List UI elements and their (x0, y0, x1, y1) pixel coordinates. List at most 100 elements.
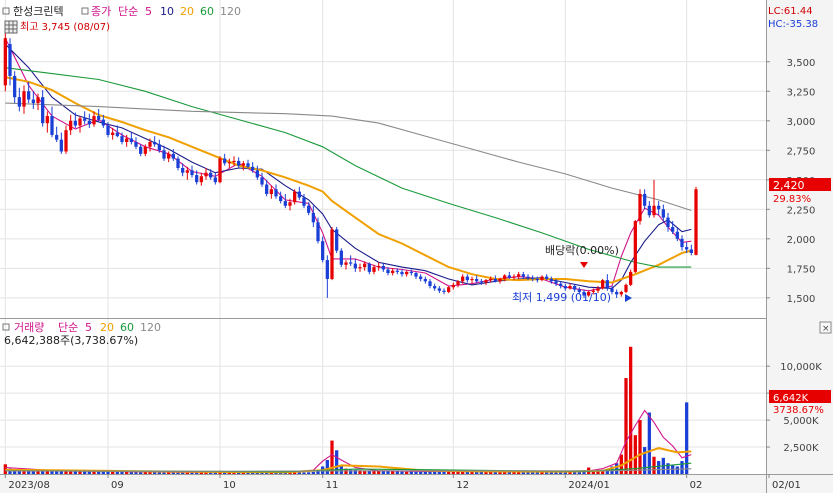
current-price: 2,420 (773, 179, 805, 192)
candle-body (419, 276, 423, 279)
volume-bar (311, 471, 315, 474)
price-tick-label: 3,500 (787, 58, 816, 69)
candle-body (246, 163, 250, 167)
candle-body (414, 273, 418, 277)
stock-name: 한성크린텍 (13, 5, 64, 18)
chart-background (0, 0, 833, 493)
volume-summary: 6,642,388주(3,738.67%) (4, 334, 138, 347)
volume-bar (423, 471, 427, 474)
candle-body (153, 142, 157, 145)
candle-body (115, 132, 119, 137)
candle-body (619, 291, 623, 295)
panel-maximize-button[interactable]: × (819, 321, 832, 334)
x-tick-label: 09 (111, 480, 124, 491)
volume-bar (139, 472, 143, 474)
candle-body (531, 277, 535, 279)
candle-body (344, 262, 348, 265)
candle-body (423, 278, 427, 282)
candle-body (260, 177, 264, 185)
ma-period-5: 5 (145, 5, 152, 18)
candle-body (661, 209, 665, 218)
candle-body (428, 281, 432, 287)
volume-bar (391, 471, 395, 474)
volume-bar (381, 471, 385, 474)
candle-body (321, 241, 325, 261)
volume-label: 거래량 (14, 321, 44, 334)
candle-body (3, 38, 7, 86)
candle-body (265, 184, 269, 194)
candle-body (437, 288, 441, 291)
candle-body (31, 99, 35, 104)
candle-body (162, 150, 166, 159)
candle-body (540, 276, 544, 281)
candle-body (64, 130, 68, 152)
volume-ma-period-120: 120 (140, 321, 161, 334)
volume-change: 3738.67% (773, 405, 824, 416)
candle-body (353, 263, 357, 269)
candle-body (171, 153, 175, 159)
volume-bar (409, 471, 413, 474)
candle-body (400, 271, 404, 275)
candle-body (297, 191, 301, 198)
candle-body (358, 267, 362, 269)
candle-body (55, 134, 59, 140)
candle-body (405, 271, 409, 275)
volume-ma-period-60: 60 (120, 321, 134, 334)
candle-body (657, 205, 661, 210)
volume-bar (652, 456, 656, 474)
candle-body (638, 193, 642, 222)
candle-body (316, 222, 320, 242)
candle-body (629, 271, 633, 285)
candle-body (377, 265, 381, 268)
candle-body (339, 250, 343, 265)
candle-body (465, 276, 469, 281)
candle-body (111, 132, 115, 135)
ma-type: 단순 (118, 5, 138, 18)
stock-chart: 3,5003,2503,0002,7502,5002,2502,0001,750… (0, 0, 833, 493)
volume-bar (629, 346, 633, 474)
settings-toggle[interactable] (4, 20, 18, 34)
candle-body (83, 118, 87, 121)
volume-bar (680, 461, 684, 474)
close-icon: × (822, 324, 830, 334)
volume-bar (638, 420, 642, 474)
grid-toggle-icon[interactable] (4, 20, 18, 34)
price-legend: 한성크린텍 종가 단순 5 10 20 60 120 (2, 5, 241, 18)
candle-body (694, 189, 698, 255)
ma-period-120: 120 (220, 5, 241, 18)
candle-body (624, 284, 628, 292)
candle-body (563, 286, 567, 289)
candle-body (106, 125, 110, 135)
candle-body (195, 175, 199, 183)
candle-body (209, 172, 213, 178)
candle-body (22, 91, 26, 107)
volume-bar (428, 471, 432, 474)
candle-body (479, 281, 483, 283)
candle-body (605, 280, 609, 289)
candle-body (73, 120, 77, 126)
x-tick-label: 12 (456, 480, 469, 491)
candle-body (367, 263, 371, 272)
candle-body (92, 116, 96, 125)
candle-body (241, 163, 245, 166)
high-annotation: 최고 3,745 (08/07) (20, 21, 110, 33)
candle-body (237, 160, 241, 166)
volume-bar (302, 472, 306, 474)
candle-body (633, 221, 637, 272)
candle-body (573, 286, 577, 290)
candle-body (535, 278, 539, 281)
candle-body (335, 229, 339, 251)
volume-tick-label: 5,000K (783, 416, 819, 427)
price-tick-label: 2,750 (787, 146, 816, 157)
volume-bar (419, 471, 423, 474)
candle-body (190, 170, 194, 176)
volume-bar (325, 459, 329, 474)
volume-bar (120, 471, 124, 474)
volume-bar (624, 378, 628, 474)
volume-bar (657, 461, 661, 474)
current-volume-tag: 6,642K 3738.67% (769, 390, 831, 416)
candle-body (568, 286, 572, 289)
candle-body (223, 158, 227, 164)
candle-body (372, 267, 376, 272)
candle-body (45, 116, 49, 124)
